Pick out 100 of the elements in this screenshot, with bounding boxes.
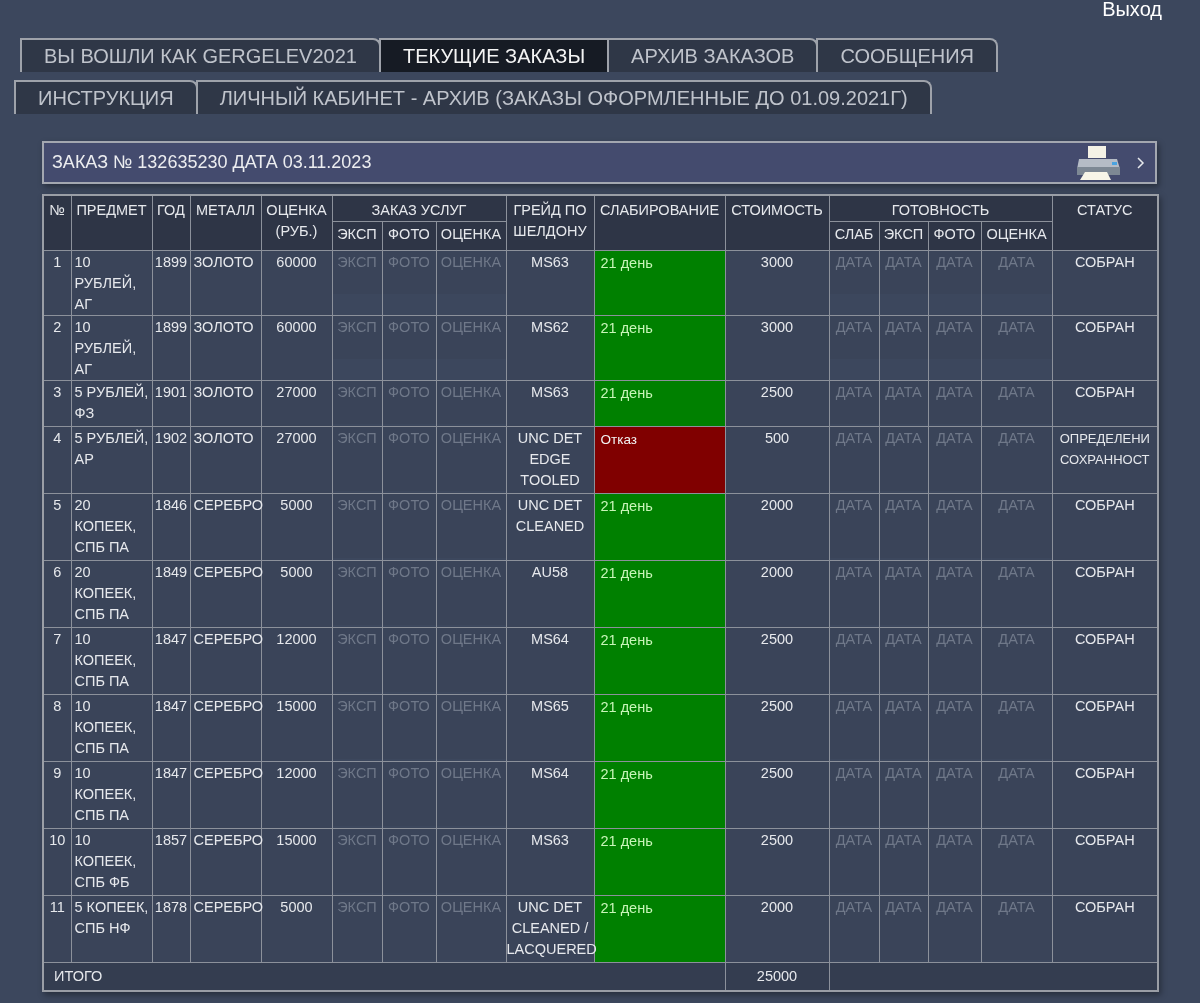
slab-status-cell: Отказ [594, 426, 725, 494]
table-cell: MS65 [506, 694, 594, 762]
column-header: ГРЕЙД ПО ШЕЛДОНУ [506, 195, 594, 251]
nav-tab[interactable]: ТЕКУЩИЕ ЗАКАЗЫ [378, 38, 610, 72]
table-cell: 1847 [152, 627, 190, 695]
table-cell: 1846 [152, 493, 190, 561]
table-cell: UNC DET EDGE TOOLED [506, 426, 594, 494]
column-header: ОЦЕНКА [436, 221, 506, 251]
table-cell: 2 [43, 315, 71, 381]
nav-tab[interactable]: СООБЩЕНИЯ [816, 38, 999, 72]
table-cell: 5 РУБЛЕЙ, ФЗ [71, 380, 152, 427]
table-cell: 20 КОПЕЕК, СПБ ПА [71, 560, 152, 628]
table-cell: 10 РУБЛЕЙ, АГ [71, 315, 152, 381]
table-cell: MS63 [506, 828, 594, 896]
nav-tab[interactable]: АРХИВ ЗАКАЗОВ [607, 38, 819, 72]
total-label: ИТОГО [43, 962, 725, 991]
table-cell: 10 РУБЛЕЙ, АГ [71, 250, 152, 316]
table-cell: 1847 [152, 761, 190, 829]
table-cell: 5 [43, 493, 71, 561]
printer-icon[interactable] [1076, 144, 1122, 181]
table-cell: 60000 [261, 315, 332, 381]
nav-tab[interactable]: ВЫ ВОШЛИ КАК GERGELEV2021 [20, 38, 381, 72]
table-cell: СОБРАН [1052, 493, 1159, 561]
table-cell: 4 [43, 426, 71, 494]
table-cell: MS62 [506, 315, 594, 381]
table-cell: 1878 [152, 895, 190, 963]
slab-status-cell: 21 день [594, 380, 725, 427]
slab-status-cell: 21 день [594, 828, 725, 896]
table-cell: ЗОЛОТО [190, 250, 261, 316]
table-cell: 2500 [725, 380, 829, 427]
table-cell: ЗОЛОТО [190, 426, 261, 494]
table-cell: СОБРАН [1052, 694, 1159, 762]
table-cell: MS63 [506, 380, 594, 427]
table-cell: 2000 [725, 560, 829, 628]
table-cell: СОБРАН [1052, 895, 1159, 963]
table-cell: 2000 [725, 493, 829, 561]
slab-status-cell: 21 день [594, 315, 725, 381]
slab-status-cell: 21 день [594, 250, 725, 316]
table-cell: 10 КОПЕЕК, СПБ ПА [71, 761, 152, 829]
table-cell: 2500 [725, 627, 829, 695]
column-header: МЕТАЛЛ [190, 195, 261, 251]
table-cell: 10 [43, 828, 71, 896]
table-cell: 1899 [152, 315, 190, 381]
table-cell: 9 [43, 761, 71, 829]
slab-status-cell: 21 день [594, 493, 725, 561]
table-cell: 60000 [261, 250, 332, 316]
table-cell: ЗОЛОТО [190, 315, 261, 381]
table-cell: СЕРЕБРО [190, 694, 261, 762]
table-cell: СЕРЕБРО [190, 828, 261, 896]
table-cell: MS64 [506, 627, 594, 695]
table-cell: 8 [43, 694, 71, 762]
column-header: СТОИМОСТЬ [725, 195, 829, 251]
nav-tab[interactable]: ЛИЧНЫЙ КАБИНЕТ - АРХИВ (ЗАКАЗЫ ОФОРМЛЕННЫЕ ДО 01.09.2021Г) [195, 80, 932, 114]
table-cell: СОБРАН [1052, 828, 1159, 896]
table-cell: СЕРЕБРО [190, 761, 261, 829]
column-header: ОЦЕНКА (РУБ.) [261, 195, 332, 251]
column-header: ГОД [152, 195, 190, 251]
table-cell: СОБРАН [1052, 761, 1159, 829]
slab-status-cell: 21 день [594, 694, 725, 762]
nav-tab[interactable]: ИНСТРУКЦИЯ [14, 80, 198, 114]
table-cell: 1901 [152, 380, 190, 427]
column-header: ФОТО [382, 221, 436, 251]
table-cell: СОБРАН [1052, 315, 1159, 381]
table-cell: СОБРАН [1052, 250, 1159, 316]
chevron-right-icon[interactable] [1136, 156, 1145, 169]
table-cell: ОПРЕДЕЛЕНИ СОХРАННОСТ [1052, 426, 1159, 494]
table-cell: 3 [43, 380, 71, 427]
table-cell: 3000 [725, 250, 829, 316]
table-cell: 10 КОПЕЕК, СПБ ПА [71, 694, 152, 762]
table-cell: 1847 [152, 694, 190, 762]
table-cell: СОБРАН [1052, 380, 1159, 427]
table-cell: 5 РУБЛЕЙ, АР [71, 426, 152, 494]
column-group-header: ГОТОВНОСТЬ [829, 195, 1053, 222]
slab-status-cell: 21 день [594, 560, 725, 628]
table-cell: ЗОЛОТО [190, 380, 261, 427]
table-cell: СОБРАН [1052, 560, 1159, 628]
table-cell: СЕРЕБРО [190, 493, 261, 561]
table-cell: 1857 [152, 828, 190, 896]
table-cell: 11 [43, 895, 71, 963]
table-cell: 27000 [261, 380, 332, 427]
column-header: ОЦЕНКА [981, 221, 1053, 251]
table-cell: 27000 [261, 426, 332, 494]
slab-status-cell: 21 день [594, 761, 725, 829]
slab-status-cell: 21 день [594, 627, 725, 695]
table-cell: 6 [43, 560, 71, 628]
logout-link[interactable]: Выход [1102, 0, 1162, 21]
table-cell: 1902 [152, 426, 190, 494]
table-cell: 1 [43, 250, 71, 316]
table-cell: UNC DET CLEANED / LACQUERED [506, 895, 594, 963]
table-cell: 1899 [152, 250, 190, 316]
table-cell: 2500 [725, 761, 829, 829]
table-cell: MS64 [506, 761, 594, 829]
table-cell: СЕРЕБРО [190, 895, 261, 963]
column-group-header: ЗАКАЗ УСЛУГ [332, 195, 506, 222]
table-cell: 20 КОПЕЕК, СПБ ПА [71, 493, 152, 561]
total-value: 25000 [725, 962, 829, 991]
table-cell: UNC DET CLEANED [506, 493, 594, 561]
table-cell: AU58 [506, 560, 594, 628]
table-cell: 7 [43, 627, 71, 695]
table-cell: 5 КОПЕЕК, СПБ НФ [71, 895, 152, 963]
